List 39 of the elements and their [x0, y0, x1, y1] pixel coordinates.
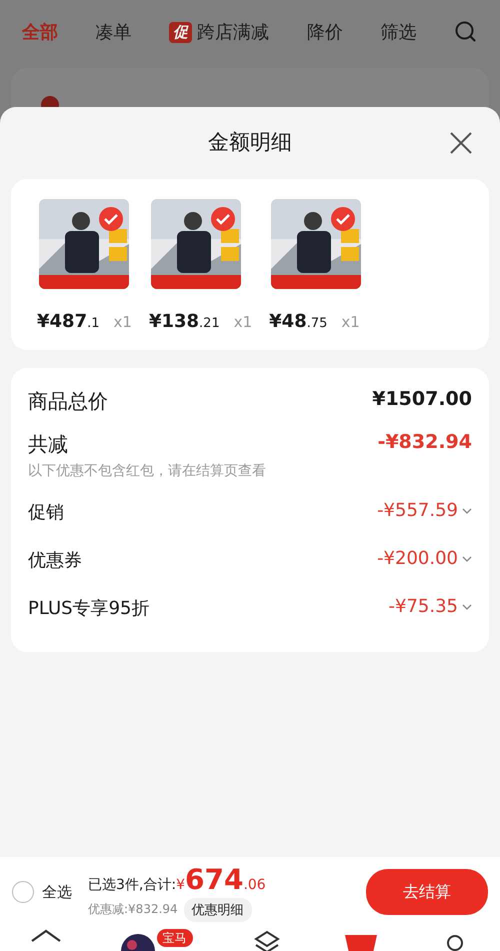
price-amount: -¥557.59 [377, 500, 458, 521]
select-all-radio[interactable] [12, 881, 34, 903]
price-label: 共减 [28, 431, 69, 458]
check-icon[interactable] [331, 207, 356, 231]
discount-text: 优惠减:¥832.94 [88, 901, 178, 918]
filter-tab[interactable]: 筛选 [380, 20, 416, 44]
price-amount: ¥1507.00 [372, 388, 472, 410]
product-quantity: x1 [234, 313, 252, 331]
price-label: 商品总价 [28, 388, 108, 415]
checkout-button[interactable]: 去结算 [366, 869, 488, 915]
product-quantity: x1 [114, 313, 132, 331]
price-amount: -¥200.00 [377, 548, 458, 569]
check-icon[interactable] [210, 207, 235, 231]
product-price: ¥138.21 [148, 311, 220, 332]
filter-tab[interactable]: 促 跨店满减 [169, 20, 270, 44]
discount-detail-button[interactable]: 优惠明细 [184, 898, 252, 922]
sheet-title: 金额明细 [208, 129, 292, 156]
filter-tab[interactable]: 凑单 [96, 20, 132, 44]
select-all-label[interactable]: 全选 [42, 882, 72, 902]
price-label: PLUS专享95折 [28, 597, 150, 620]
promo-badge: 促 [169, 22, 192, 42]
product-price: ¥487.1 [37, 311, 100, 332]
chevron-down-icon[interactable] [462, 508, 472, 514]
product-quantity: x1 [341, 313, 360, 331]
total-price: ¥674.06 [176, 862, 266, 896]
chevron-down-icon[interactable] [462, 556, 472, 562]
search-icon[interactable] [454, 20, 478, 44]
check-icon[interactable] [99, 207, 123, 231]
price-amount: -¥75.35 [388, 596, 458, 617]
filter-tab[interactable]: 降价 [306, 20, 343, 44]
price-amount: -¥832.94 [378, 431, 472, 453]
price-label: 促销 [28, 501, 64, 524]
product-price: ¥48.75 [269, 311, 328, 332]
close-icon[interactable] [449, 131, 473, 155]
price-note: 以下优惠不包含红包，请在结算页查看 [28, 462, 266, 480]
avatar-badge: 宝马 [156, 929, 192, 947]
chevron-down-icon[interactable] [462, 604, 472, 610]
summary-text: 已选3件,合计: [88, 876, 176, 894]
price-label: 优惠券 [28, 549, 82, 572]
